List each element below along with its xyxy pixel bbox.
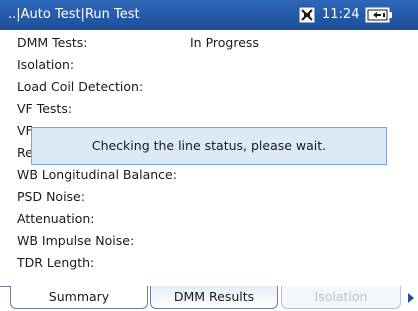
tab-label: Isolation xyxy=(314,289,368,304)
row-psd-noise: PSD Noise: xyxy=(0,186,418,208)
tab-divider xyxy=(0,286,10,287)
row-label: Attenuation: xyxy=(17,211,95,226)
chevron-right-icon xyxy=(408,292,414,303)
row-label: DMM Tests: xyxy=(17,35,88,50)
row-load-coil-detection: Load Coil Detection: xyxy=(0,76,418,98)
network-disconnected-icon xyxy=(298,6,316,24)
breadcrumb-title[interactable]: ..|Auto Test|Run Test xyxy=(8,7,140,22)
row-tdr-length: TDR Length: xyxy=(0,252,418,274)
battery-charging-icon xyxy=(365,7,393,23)
row-label: WB Longitudinal Balance: xyxy=(17,167,177,182)
row-wb-impulse-noise: WB Impulse Noise: xyxy=(0,230,418,252)
tab-label: DMM Results xyxy=(173,289,255,304)
tab-scroll-right-button[interactable] xyxy=(404,286,418,309)
row-label: WB Impulse Noise: xyxy=(17,233,135,248)
row-vf-tests: VF Tests: xyxy=(0,98,418,120)
progress-dialog: Checking the line status, please wait. xyxy=(31,127,387,165)
title-bar: ..|Auto Test|Run Test 11:24 xyxy=(0,0,418,30)
tab-isolation[interactable]: Isolation xyxy=(281,286,401,309)
row-status: In Progress xyxy=(190,35,259,50)
row-label: PSD Noise: xyxy=(17,189,85,204)
row-attenuation: Attenuation: xyxy=(0,208,418,230)
row-label: Load Coil Detection: xyxy=(17,79,144,94)
clock-time: 11:24 xyxy=(322,7,360,22)
row-dmm-tests: DMM Tests: In Progress xyxy=(0,32,418,54)
row-label: TDR Length: xyxy=(17,255,95,270)
row-wb-longitudinal-balance: WB Longitudinal Balance: xyxy=(0,164,418,186)
row-isolation: Isolation: xyxy=(0,54,418,76)
row-label: VF Tests: xyxy=(17,101,73,116)
row-label: Isolation: xyxy=(17,57,75,72)
dialog-message: Checking the line status, please wait. xyxy=(91,138,327,153)
tab-bar: Summary DMM Results Isolation xyxy=(0,286,418,311)
tab-dmm-results[interactable]: DMM Results xyxy=(150,286,278,309)
tab-summary[interactable]: Summary xyxy=(10,286,148,309)
tab-label: Summary xyxy=(48,289,110,304)
